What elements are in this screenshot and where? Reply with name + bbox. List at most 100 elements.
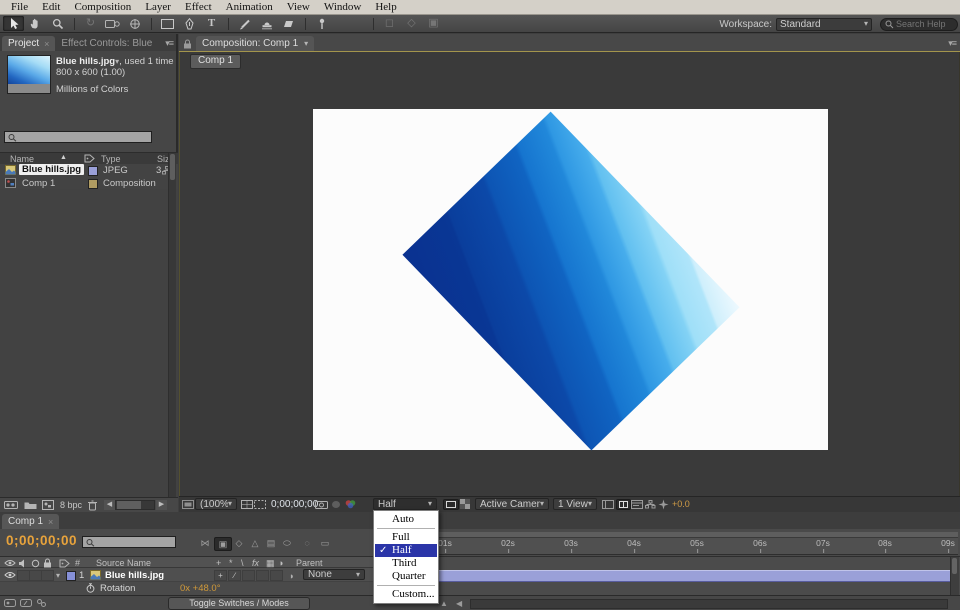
column-type[interactable]: Type [101,154,121,164]
panel-menu-icon[interactable]: ▾≡ [165,38,173,49]
scroll-left-arrow[interactable]: ◀ [456,599,462,608]
menu-composition[interactable]: Composition [67,0,138,15]
layer-name[interactable]: Blue hills.jpg [105,570,164,581]
selection-tool-icon[interactable] [3,16,24,31]
menu-edit[interactable]: Edit [35,0,67,15]
parent-pickwhip-icon[interactable]: ◗ [289,571,294,581]
column-name[interactable]: Name [10,154,34,164]
workspace-dropdown[interactable]: Standard ▾ [776,18,872,31]
tab-composition-comp1[interactable]: Composition: Comp 1▾ [196,36,314,51]
menu-file[interactable]: File [4,0,35,15]
always-preview-icon[interactable] [182,500,194,509]
pixel-aspect-correction-icon[interactable] [616,499,631,510]
new-composition-icon[interactable] [42,500,54,510]
snapshot-camera-icon[interactable] [315,500,328,509]
scroll-left-arrow[interactable]: ◀ [104,500,115,510]
eraser-tool-icon[interactable] [278,16,299,31]
anchor-switch[interactable]: + [214,570,227,581]
close-icon[interactable]: × [44,39,49,49]
scrollbar-thumb[interactable] [117,501,141,509]
motion-blur-icon[interactable]: ▤ [264,537,278,549]
timeline-search-box[interactable] [82,536,176,548]
item-name[interactable]: Comp 1 [22,178,55,189]
tab-effect-controls[interactable]: Effect Controls: Blue h [55,36,155,51]
view-layout-dropdown[interactable]: 1 View▾ [553,498,597,510]
viewer-timecode[interactable]: 0;00;00;00 [271,499,318,510]
chevron-down-icon[interactable]: ▾ [304,40,308,48]
show-channel-icon[interactable] [344,499,357,509]
panel-menu-icon[interactable]: ▾≡ [948,38,956,49]
rotate-tool-icon[interactable]: ↻ [80,16,101,31]
label-column-icon[interactable] [59,559,70,568]
fx-switch[interactable] [242,570,255,581]
layer-row[interactable]: ▾ 1 Blue hills.jpg + ∕ ◗ None▾ [0,568,436,582]
expand-layer-switches-icon[interactable] [4,598,16,608]
menu-item-full[interactable]: Full [375,531,437,544]
property-name[interactable]: Rotation [100,583,135,594]
menu-help[interactable]: Help [368,0,403,15]
column-source-name[interactable]: Source Name [96,558,151,568]
project-vertical-scrollbar[interactable] [168,153,176,497]
label-column-icon[interactable] [84,154,95,163]
scroll-right-arrow[interactable]: ▶ [156,500,167,510]
menu-animation[interactable]: Animation [219,0,280,15]
help-search-input[interactable] [894,18,953,30]
column-index[interactable]: # [75,558,80,568]
time-ruler[interactable]: 01s 02s 03s 04s 05s 06s 07s 08s 09s [437,532,958,555]
menu-layer[interactable]: Layer [138,0,178,15]
camera-tool-icon[interactable] [102,16,123,31]
interpret-footage-icon[interactable] [4,500,18,510]
region-of-interest-toggle-icon[interactable] [443,499,459,510]
menu-item-half[interactable]: Half [375,544,437,557]
layer-label-swatch[interactable] [66,571,76,581]
brush-tool-icon[interactable] [234,16,255,31]
pen-tool-icon[interactable] [179,16,200,31]
clone-stamp-tool-icon[interactable] [256,16,277,31]
composition-viewer[interactable]: Comp 1 [179,52,960,497]
text-tool-icon[interactable]: T [201,16,222,31]
timeline-track-area[interactable] [437,556,960,596]
label-color-swatch[interactable] [88,179,98,189]
shape-tool-icon[interactable] [157,16,178,31]
puppet-pin-tool-icon[interactable] [311,16,332,31]
expand-triangle-icon[interactable]: ▾ [56,572,60,580]
tab-project[interactable]: Project× [2,36,55,51]
bit-depth-label[interactable]: 8 bpc [60,500,82,510]
exposure-value[interactable]: +0.0 [672,499,690,509]
rotation-value[interactable]: 0x +48.0° [180,583,221,594]
menu-item-quarter[interactable]: Quarter [375,570,437,583]
zoom-tool-icon[interactable] [47,16,68,31]
show-snapshot-icon[interactable] [331,500,341,509]
project-search-box[interactable] [4,131,152,143]
toggle-switches-modes-button[interactable]: Toggle Switches / Modes [168,597,310,610]
menu-window[interactable]: Window [317,0,368,15]
label-color-swatch[interactable] [88,166,98,176]
close-icon[interactable]: × [48,517,53,527]
project-row-blue-hills[interactable]: Blue hills.jpg JPEG 3 [0,164,178,178]
safe-margins-icon[interactable] [241,500,253,509]
current-timecode[interactable]: 0;00;00;00 [6,533,77,548]
expand-transfer-controls-icon[interactable] [20,598,32,608]
timeline-search-input[interactable] [95,536,172,548]
item-name[interactable]: Blue hills.jpg [19,164,84,175]
tab-timeline-comp1[interactable]: Comp 1× [2,514,59,529]
scrollbar-thumb[interactable] [170,154,175,180]
rotated-footage-layer[interactable] [402,112,739,451]
project-search-input[interactable] [17,131,148,143]
lock-icon[interactable] [43,558,52,568]
rotation-property-row[interactable]: Rotation 0x +48.0° [0,582,436,594]
expand-in-out-panes-icon[interactable] [36,598,47,608]
magnification-dropdown[interactable]: (100%)▾ [195,498,237,510]
timeline-vertical-scrollbar[interactable] [950,557,959,595]
new-folder-icon[interactable] [24,500,37,510]
pan-behind-tool-icon[interactable] [124,16,145,31]
auto-keyframe-icon[interactable]: ◌ [300,537,314,549]
eye-icon[interactable] [4,559,16,567]
region-of-interest-icon[interactable] [254,500,266,509]
timeline-horizontal-scrollbar[interactable] [470,599,948,609]
menu-effect[interactable]: Effect [178,0,219,15]
solo-icon[interactable] [31,559,40,568]
zoom-out-mountain-icon[interactable]: ▲ [440,599,448,608]
menu-item-custom[interactable]: Custom... [375,588,437,601]
share-view-icon[interactable] [602,500,614,509]
